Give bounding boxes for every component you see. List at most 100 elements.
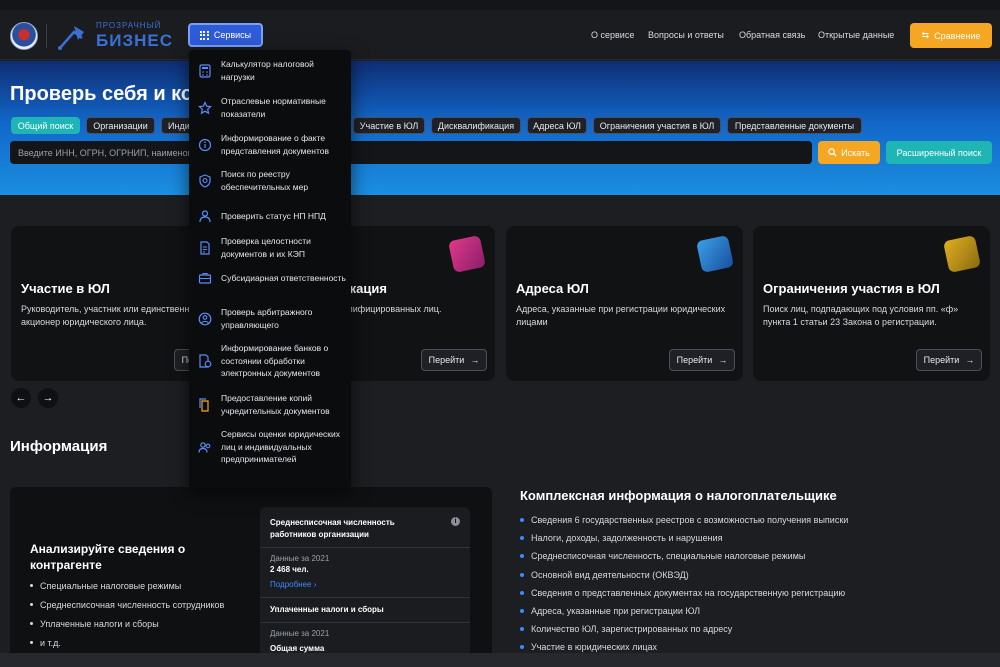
menu-item-arbitration-manager[interactable]: Проверь арбитражного управляющего: [197, 306, 347, 331]
list-item: Адреса, указанные при регистрации ЮЛ: [520, 606, 848, 624]
menu-item-label: Поиск по реестру обеспечительных мер: [221, 169, 309, 192]
card-restrictions[interactable]: Ограничения участия в ЮЛ Поиск лиц, подп…: [753, 226, 990, 381]
card-text: Поиск лиц, подпадающих под условия пп. «…: [763, 304, 959, 327]
taxes-total-label: Общая сумма: [270, 644, 325, 653]
tab-restrictions[interactable]: Ограничения участия в ЮЛ: [593, 117, 721, 134]
top-strip: [0, 0, 1000, 10]
arrow-right-icon: →: [470, 355, 480, 365]
menu-item-label: Проверить статус НП НПД: [221, 210, 326, 221]
tab-general-search[interactable]: Общий поиск: [11, 117, 80, 134]
tab-organizations[interactable]: Организации: [86, 117, 155, 134]
search-button[interactable]: Искать: [818, 141, 880, 164]
menu-item-tax-calculator[interactable]: Калькулятор налоговой нагрузки: [197, 58, 347, 83]
list-item: Специальные налоговые режимы: [30, 581, 224, 591]
menu-item-evaluation-services[interactable]: Сервисы оценки юридических лиц и индивид…: [197, 428, 347, 466]
services-button[interactable]: Сервисы: [188, 23, 263, 47]
logo-small-text: ПРОЗРАЧНЫЙ: [96, 21, 162, 30]
complex-info-title: Комплексная информация о налогоплательщи…: [520, 488, 837, 503]
bank-document-icon: [197, 353, 213, 369]
card-title: Ограничения участия в ЮЛ: [763, 281, 940, 296]
arrow-right-icon: →: [965, 355, 975, 365]
advanced-search-button[interactable]: Расширенный поиск: [886, 141, 992, 164]
lamp-logo-icon[interactable]: [56, 22, 88, 50]
list-item: Основной вид деятельности (ОКВЭД): [520, 570, 848, 588]
nav-open-data[interactable]: Открытые данные: [818, 30, 894, 40]
go-label: Перейти: [923, 355, 960, 365]
logo-big-text: БИЗНЕС: [96, 31, 173, 50]
search-input[interactable]: Введите ИНН, ОГРН, ОГРНИП, наименова: [10, 141, 812, 164]
nav-about[interactable]: О сервисе: [591, 30, 634, 40]
grid-icon: [199, 30, 209, 40]
headcount-value: 2 468 чел.: [270, 565, 309, 574]
briefcase-icon: [197, 270, 213, 286]
arrow-left-icon: ←: [15, 392, 27, 404]
info-icon: [197, 137, 213, 153]
info-section-title: Информация: [10, 438, 108, 455]
complex-info-list: Сведения 6 государственных реестров с во…: [520, 515, 848, 661]
compare-label: Сравнение: [934, 30, 981, 41]
services-dropdown: Калькулятор налоговой нагрузки Отраслевы…: [189, 50, 351, 488]
list-item: Количество ЮЛ, зарегистрированных по адр…: [520, 624, 848, 642]
star-icon: [197, 100, 213, 116]
people-restriction-icon: [943, 235, 981, 273]
search-shield-icon: [197, 173, 213, 189]
person-remove-icon: [448, 235, 486, 273]
compare-icon: ⇆: [921, 30, 930, 40]
sample-data-panel: i Среднесписочная численность работников…: [260, 507, 470, 667]
info-card-list: Специальные налоговые режимы Среднесписо…: [30, 581, 224, 657]
search-icon: [828, 148, 837, 157]
menu-item-label: Проверка целостности документов и их КЭП: [221, 236, 311, 259]
nav-feedback[interactable]: Обратная связь: [739, 30, 805, 40]
menu-item-label: Субсидиарная ответственность: [221, 272, 346, 283]
menu-item-industry-indicators[interactable]: Отраслевые нормативные показатели: [197, 95, 347, 120]
divider: [260, 622, 470, 623]
menu-item-label: Сервисы оценки юридических лиц и индивид…: [221, 429, 341, 464]
people-icon: [197, 439, 213, 455]
menu-item-bank-notification[interactable]: Информирование банков о состоянии обрабо…: [197, 342, 347, 380]
chevron-right-icon: ›: [313, 580, 317, 589]
tab-submitted-documents[interactable]: Представленные документы: [727, 117, 862, 134]
card-go-button[interactable]: Перейти →: [916, 349, 982, 371]
services-label: Сервисы: [213, 30, 252, 40]
tab-addresses[interactable]: Адреса ЮЛ: [527, 117, 587, 134]
bottom-bar: [0, 653, 1000, 667]
compare-button[interactable]: ⇆ Сравнение: [910, 23, 992, 48]
hero-title: Проверь себя и кон: [10, 83, 206, 105]
logo-divider: [46, 24, 47, 48]
nav-faq[interactable]: Вопросы и ответы: [648, 30, 724, 40]
copy-documents-icon: [197, 397, 213, 413]
menu-item-npd-status[interactable]: Проверить статус НП НПД: [197, 208, 347, 224]
hero: Проверь себя и кон Общий поиск Организац…: [0, 61, 1000, 195]
info-card-title: Анализируйте сведения о контрагенте: [30, 542, 186, 572]
more-link-label: Подробнее: [270, 580, 312, 589]
info-icon[interactable]: i: [451, 517, 460, 526]
fns-emblem-icon[interactable]: [10, 22, 38, 50]
logo-text[interactable]: ПРОЗРАЧНЫЙ БИЗНЕС: [96, 21, 173, 50]
tab-participation[interactable]: Участие в ЮЛ: [353, 117, 425, 134]
list-item: Сведения о представленных документах на …: [520, 588, 848, 606]
card-text: Адреса, указанные при регистрации юридич…: [516, 304, 726, 327]
menu-item-label: Калькулятор налоговой нагрузки: [221, 59, 314, 82]
menu-item-copy-documents[interactable]: Предоставление копий учредительных докум…: [197, 392, 347, 417]
card-go-button[interactable]: Перейти →: [421, 349, 487, 371]
page: ПРОЗРАЧНЫЙ БИЗНЕС Сервисы О сервисе Вопр…: [0, 0, 1000, 667]
more-link[interactable]: Подробнее ›: [270, 580, 460, 589]
tab-disqualification[interactable]: Дисквалификация: [431, 117, 521, 134]
menu-item-document-integrity[interactable]: Проверка целостности документов и их КЭП: [197, 235, 347, 260]
person-check-icon: [197, 208, 213, 224]
menu-item-label: Отраслевые нормативные показатели: [221, 96, 326, 119]
carousel-next-button[interactable]: →: [38, 388, 58, 408]
card-title: Участие в ЮЛ: [21, 281, 110, 296]
go-label: Перейти: [676, 355, 713, 365]
menu-item-security-registry[interactable]: Поиск по реестру обеспечительных мер: [197, 168, 347, 193]
carousel-prev-button[interactable]: ←: [11, 388, 31, 408]
divider: [260, 597, 470, 598]
list-item: Налоги, доходы, задолженность и нарушени…: [520, 533, 848, 551]
menu-item-subsidiary-liability[interactable]: Субсидиарная ответственность: [197, 270, 347, 286]
location-pin-icon: [696, 235, 734, 273]
list-item: Среднесписочная численность, специальные…: [520, 551, 848, 569]
card-addresses[interactable]: Адреса ЮЛ Адреса, указанные при регистра…: [506, 226, 743, 381]
menu-item-document-notification[interactable]: Информирование о факте представления док…: [197, 132, 347, 157]
arrow-right-icon: →: [42, 392, 54, 404]
card-go-button[interactable]: Перейти →: [669, 349, 735, 371]
